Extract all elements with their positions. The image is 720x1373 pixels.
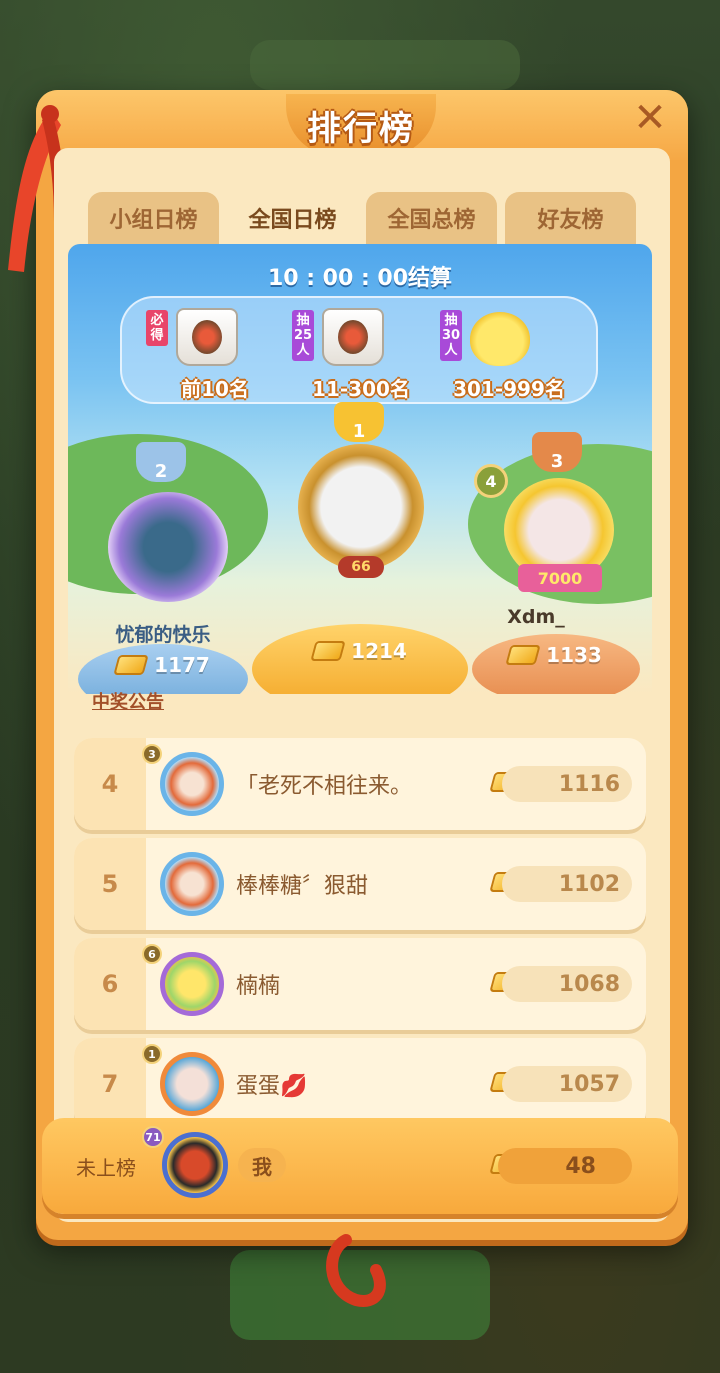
rank-number: 5 [101, 870, 119, 898]
rank-number: 3 [550, 451, 564, 472]
score-value: 1068 [502, 966, 632, 1002]
crown-icon: 2 [136, 442, 186, 482]
prize-tag: 抽25人 [292, 310, 314, 361]
prize-label: 11-300名 [312, 377, 410, 401]
podium-third[interactable]: 3 4 7000 Xdm_ 1133 [472, 432, 640, 694]
background-banner [250, 40, 520, 90]
level-badge: 66 [338, 556, 384, 578]
level-badge: 6 [142, 944, 162, 964]
bag-icon [176, 308, 238, 366]
crown-icon: 3 [532, 432, 582, 472]
score: 1214 [302, 636, 418, 666]
prize-11-300[interactable]: 抽25人 11-300名 [286, 306, 436, 402]
title-plate: 排行榜 [286, 94, 436, 156]
tab-national-daily[interactable]: 全国日榜 [227, 192, 358, 244]
player-name: 「老死不相往来。 [236, 774, 413, 799]
table-row[interactable]: 4 3 「老死不相往来。 1116 [74, 738, 646, 830]
prize-label: 前10名 [181, 377, 249, 401]
gold-icon [113, 655, 149, 675]
podium-area: 10 : 00 : 00结算 必得 前10名 抽25人 11-300名 抽30人… [68, 244, 652, 694]
avatar[interactable] [298, 444, 424, 570]
rank-number: 4 [101, 770, 119, 798]
my-rank-row[interactable]: 未上榜 71 我 48 [42, 1118, 678, 1214]
table-row[interactable]: 6 6 楠楠 1068 [74, 938, 646, 1030]
score: 1133 [500, 640, 610, 670]
avatar[interactable] [160, 852, 224, 916]
score-value: 1116 [502, 766, 632, 802]
ribbon-bottom-icon [326, 1234, 386, 1307]
table-row[interactable]: 7 1 蛋蛋💋 1057 [74, 1038, 646, 1130]
tab-national-total[interactable]: 全国总榜 [366, 192, 497, 244]
tab-friends[interactable]: 好友榜 [505, 192, 636, 244]
score-value: 48 [498, 1148, 632, 1184]
avatar[interactable] [160, 752, 224, 816]
player-name: Xdm_ [507, 606, 565, 628]
avatar[interactable] [160, 1052, 224, 1116]
avatar[interactable] [160, 952, 224, 1016]
score-value: 1177 [154, 653, 210, 677]
player-name: 我 [238, 1148, 286, 1182]
prize-tag: 抽30人 [440, 310, 462, 361]
table-row[interactable]: 5 棒棒糖〞狠甜 1102 [74, 838, 646, 930]
score-value: 1133 [546, 643, 602, 667]
level-badge: 1 [142, 1044, 162, 1064]
rank-number: 2 [154, 461, 168, 482]
player-name: 楠楠 [236, 974, 281, 999]
prize-label: 301-999名 [453, 377, 565, 401]
settlement-timer: 10 : 00 : 00结算 [267, 266, 453, 291]
rank-number: 7 [101, 1070, 119, 1098]
rank-number: 1 [352, 421, 366, 442]
score-value: 1057 [502, 1066, 632, 1102]
score-value: 1214 [351, 639, 407, 663]
podium-second[interactable]: 2 忧郁的快乐 1177 [78, 442, 248, 694]
avatar[interactable] [162, 1132, 228, 1198]
gold-icon [505, 645, 541, 665]
avatar[interactable] [108, 492, 228, 602]
winner-notice-link[interactable]: 中奖公告 [92, 688, 164, 714]
player-name: 棒棒糖〞狠甜 [236, 874, 369, 899]
my-rank-status: 未上榜 [76, 1155, 136, 1180]
crown-icon: 1 [334, 402, 384, 442]
tab-group-daily[interactable]: 小组日榜 [88, 192, 219, 244]
prize-box[interactable]: 必得 前10名 抽25人 11-300名 抽30人 301-999名 [120, 296, 598, 404]
chick-icon [470, 312, 530, 366]
gold-icon [310, 641, 346, 661]
level-badge: 4 [474, 464, 508, 498]
score: 1177 [108, 650, 218, 680]
prize-top10[interactable]: 必得 前10名 [140, 306, 290, 402]
score-value: 1102 [502, 866, 632, 902]
prize-tag: 必得 [146, 310, 168, 346]
podium-first[interactable]: 1 66 1214 [252, 402, 468, 694]
bag-icon [322, 308, 384, 366]
level-badge: 71 [142, 1126, 164, 1148]
close-icon[interactable]: ✕ [630, 98, 670, 138]
page-title: 排行榜 [307, 108, 415, 149]
level-badge: 3 [142, 744, 162, 764]
score-banner: 7000 [518, 564, 602, 592]
prize-301-999[interactable]: 抽30人 301-999名 [434, 306, 584, 402]
player-name: 蛋蛋💋 [236, 1074, 308, 1099]
tab-bar: 小组日榜 全国日榜 全国总榜 好友榜 [88, 192, 636, 244]
player-name: 忧郁的快乐 [115, 624, 211, 646]
rank-number: 6 [101, 970, 119, 998]
